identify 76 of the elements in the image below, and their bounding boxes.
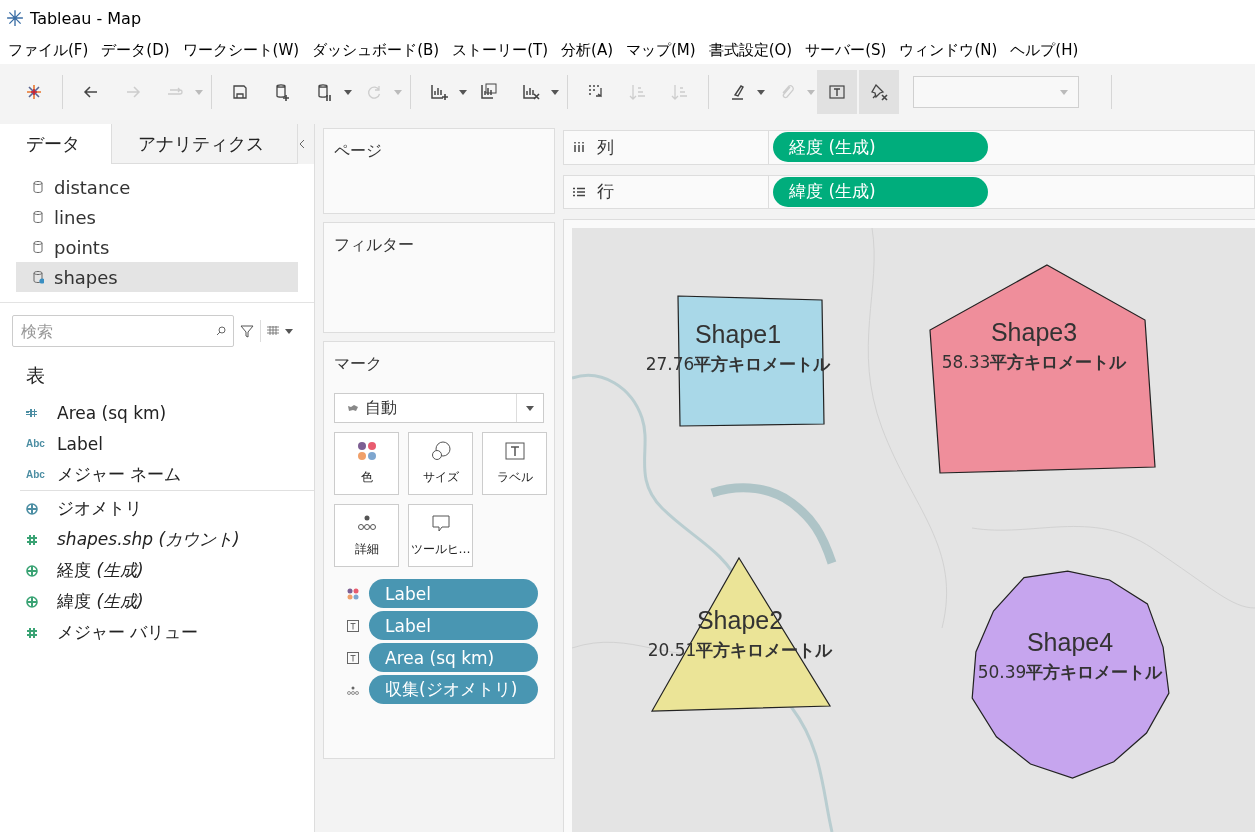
menu-item[interactable]: ファイル(F) [8,40,89,60]
filters-title: フィルター [334,235,415,256]
text-label-button[interactable] [817,70,857,114]
field-item[interactable]: ジオメトリ [0,493,314,524]
text-label-icon [504,441,525,461]
data-source-item[interactable]: points [16,232,298,262]
caret-icon[interactable] [757,89,765,95]
detail-dots-icon [356,513,377,533]
search-field[interactable]: 検索 [12,315,234,347]
pin-button[interactable] [859,70,899,114]
caret-icon[interactable] [285,328,293,334]
caret-icon[interactable] [344,89,352,95]
data-source-item[interactable]: shapes [16,262,298,292]
field-item[interactable]: 経度 (生成) [0,555,314,586]
menu-item[interactable]: 分析(A) [561,40,613,60]
dropdown-field[interactable] [913,76,1079,108]
map-icon [347,404,359,412]
tooltip-mark-button[interactable]: ツールヒ… [408,504,473,567]
menu-item[interactable]: マップ(M) [626,40,696,60]
shape-label: Shape4 [1026,628,1114,657]
field-item[interactable]: shapes.shp (カウント) [0,524,314,555]
field-item[interactable]: 緯度 (生成) [0,586,314,617]
data-type-label: Abc [26,438,45,449]
menu-item[interactable]: ヘルプ(H) [1010,40,1079,60]
speech-bubble-icon [430,513,451,533]
caret-icon[interactable] [551,89,559,95]
field-item[interactable]: メジャー バリュー [0,617,314,648]
data-type-label: Abc [26,469,45,480]
database-icon [32,210,44,224]
pages-title: ページ [334,141,383,162]
menu-item[interactable]: ダッシュボード(B) [312,40,440,60]
field-item[interactable]: Area (sq km) [0,397,314,428]
field-item[interactable]: Abc メジャー ネーム [0,459,314,490]
panel-tab[interactable]: アナリティクス [112,124,298,164]
shape-label: Shape1 [694,320,782,349]
color-dots-icon [356,441,377,461]
detail-mark-button[interactable]: 詳細 [334,504,399,567]
menu-item[interactable]: サーバー(S) [805,40,887,60]
database-icon [32,180,44,194]
menu-item[interactable]: ウィンドウ(N) [899,40,998,60]
panel-tab[interactable]: データ [0,124,112,164]
text-label-icon [347,651,359,664]
data-source-item[interactable]: distance [16,172,298,202]
database-icon [32,270,44,284]
menu-item[interactable]: 書式設定(O) [708,40,793,60]
filter-icon[interactable] [240,324,254,338]
menu-item[interactable]: ストーリー(T) [452,40,549,60]
collapse-icon[interactable] [299,139,305,149]
caret-icon[interactable] [459,89,467,95]
circles-icon [430,441,451,461]
size-mark-button[interactable]: サイズ [408,432,473,495]
search-icon [216,326,226,336]
caret-icon [526,405,534,411]
data-source-item[interactable]: lines [16,202,298,232]
database-icon [32,240,44,254]
map-region[interactable] [650,556,832,712]
area-label: 58.33平方キロメートル [941,351,1127,374]
color-mark-button[interactable]: 色 [334,432,399,495]
marks-title: マーク [334,354,383,375]
caret-icon [1060,89,1068,95]
map-region[interactable] [929,264,1156,474]
label-mark-button[interactable]: ラベル [482,432,547,495]
table-heading: 表 [25,363,46,388]
text-label-icon [347,619,359,632]
tableau-logo-icon [24,82,44,102]
list-view-icon[interactable] [267,326,279,336]
shape-label: Shape3 [990,318,1078,347]
map-region[interactable] [971,570,1170,779]
mark-type-dropdown[interactable]: 自動 [334,393,544,423]
area-label: 50.39平方キロメートル [977,661,1163,684]
color-dots-icon [347,587,359,600]
field-item[interactable]: Abc Label [0,428,314,459]
window-title: Tableau - Map [30,8,142,28]
menu-item[interactable]: ワークシート(W) [182,40,300,60]
menu-item[interactable]: データ(D) [101,40,170,60]
app-icon [6,9,24,27]
